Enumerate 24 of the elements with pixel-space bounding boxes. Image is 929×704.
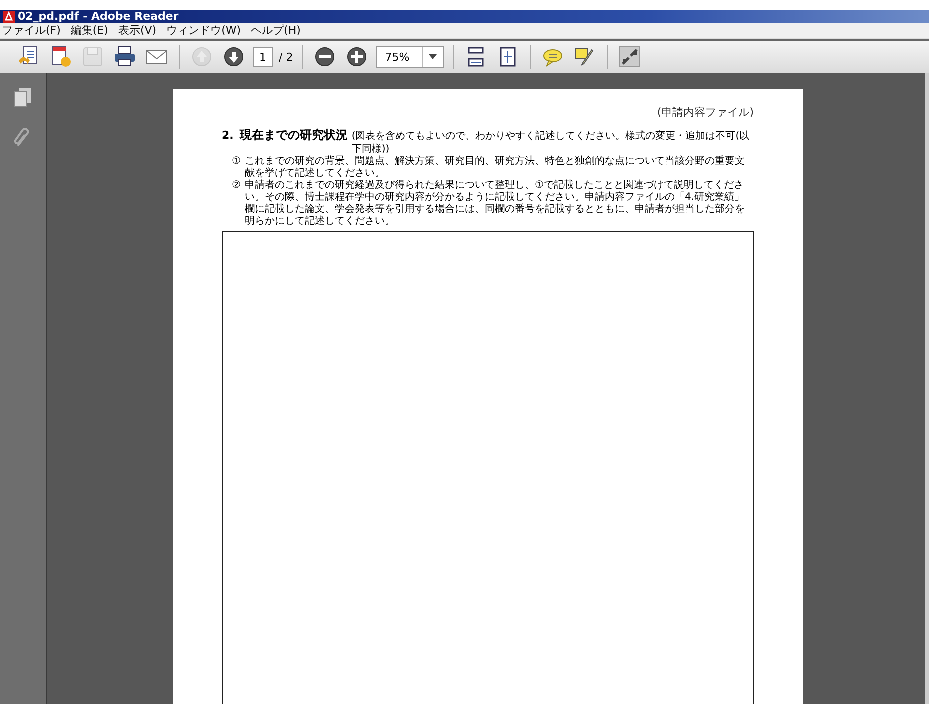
menu-item[interactable]: ファイル(F) bbox=[2, 23, 61, 38]
page-header: (申請内容ファイル) bbox=[657, 105, 754, 120]
section-heading: 現在までの研究状況 bbox=[240, 128, 348, 144]
pdf-icon bbox=[2, 10, 16, 24]
instruction-text: これまでの研究の背景、問題点、解決方策、研究目的、研究方法、特色と独創的な点について当該分野の重要文献を挙げて記述してください。 bbox=[244, 156, 746, 180]
section-number: 2. bbox=[222, 129, 234, 144]
menu-item[interactable]: ウィンドウ(W) bbox=[166, 23, 242, 38]
expand-icon bbox=[618, 45, 642, 69]
menu-item[interactable]: 表示(V) bbox=[118, 23, 157, 38]
pages-icon[interactable] bbox=[13, 87, 33, 109]
plus-icon bbox=[345, 45, 370, 69]
window-title: 02_pd.pdf - Adobe Reader bbox=[18, 10, 179, 23]
item-marker: ① bbox=[232, 156, 241, 169]
toolbar-button[interactable] bbox=[616, 44, 643, 70]
menu-item[interactable]: 編集(E) bbox=[70, 23, 108, 38]
section-note: (図表を含めてもよいので、わかりやすく記述してください。様式の変更・追加は不可(以下同様)) bbox=[352, 130, 751, 156]
minus-icon bbox=[313, 45, 338, 69]
instruction-text: 申請者のこれまでの研究経過及び得られた結果について整理し、①で記載したことと関連づけて説明してください。その際、博士課程在学中の研究内容が分かるように記載してください。申請内容ファイルの「4.研究業績」欄に記載した論文、学会発表等を引用する場合には、同欄の番号を記載するとともに、申請者が担当した部分を明らかにして記述してください。 bbox=[244, 180, 746, 228]
page-count: / 2 bbox=[279, 50, 294, 64]
menu-item[interactable]: ヘルプ(H) bbox=[251, 23, 301, 38]
zoom-dropdown[interactable]: 75% bbox=[376, 46, 444, 68]
item-marker: ② bbox=[232, 180, 241, 193]
printer-icon bbox=[113, 45, 137, 69]
page-number-field[interactable]: 1 bbox=[253, 47, 273, 67]
